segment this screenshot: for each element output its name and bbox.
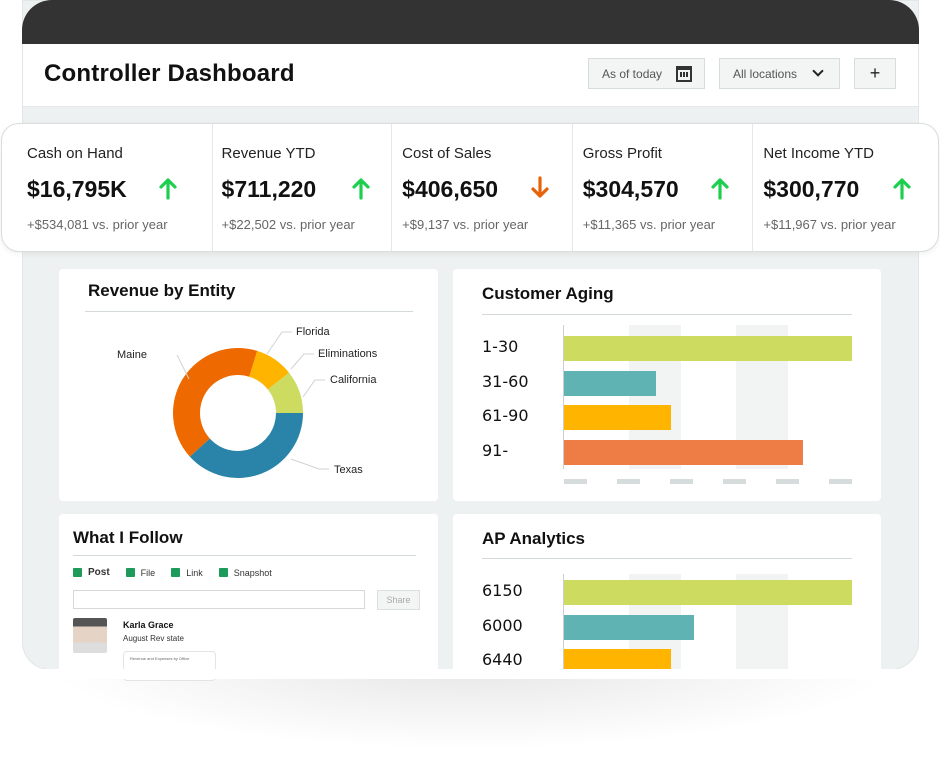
bar-category-label: 6000	[482, 615, 523, 635]
post-input[interactable]	[73, 590, 365, 609]
kpi-cost-of-sales[interactable]: Cost of Sales $406,650 +$9,137 vs. prior…	[392, 124, 573, 251]
divider	[482, 558, 852, 559]
divider	[482, 314, 852, 315]
kpi-label: Cost of Sales	[402, 145, 492, 162]
kpi-delta: +$11,967 vs. prior year	[763, 217, 896, 232]
location-filter-dropdown[interactable]: All locations	[719, 58, 840, 89]
kpi-delta: +$22,502 vs. prior year	[221, 217, 355, 232]
leader-line	[290, 458, 329, 470]
slice-label: Eliminations	[318, 348, 378, 360]
tab-link[interactable]: Link	[171, 567, 203, 578]
divider	[73, 555, 416, 556]
plus-icon: +	[869, 63, 881, 83]
customer-aging-card: Customer Aging 1-30 31-60 61-90 91-	[453, 269, 881, 501]
tab-file[interactable]: File	[125, 567, 156, 578]
kpi-value: $406,650	[402, 176, 499, 202]
axis-tick	[617, 479, 640, 484]
kpi-label: Revenue YTD	[221, 145, 316, 162]
axis-tick	[829, 479, 852, 484]
kpi-delta: +$11,365 vs. prior year	[582, 217, 716, 232]
tab-snapshot[interactable]: Snapshot	[218, 567, 272, 578]
axis-tick	[564, 479, 587, 484]
bar-category-label: 1-30	[482, 337, 519, 356]
slice-label: Maine	[117, 349, 147, 361]
link-icon	[171, 568, 181, 577]
date-filter-button[interactable]: As of today	[588, 58, 705, 89]
card-title: Customer Aging	[482, 284, 614, 303]
calendar-icon	[676, 66, 692, 82]
slice-label: California	[330, 374, 377, 386]
post-type-tabs: Post File Link Snapshot	[73, 567, 288, 578]
bar-category-label: 31-60	[482, 371, 529, 391]
post-icon	[73, 568, 82, 577]
post-author[interactable]: Karla Grace	[123, 620, 174, 630]
donut-slice-maine[interactable]	[172, 348, 258, 457]
card-title: AP Analytics	[482, 529, 585, 548]
leader-line	[290, 353, 314, 370]
axis-tick	[723, 479, 746, 484]
page-title: Controller Dashboard	[44, 60, 295, 87]
bar-6150[interactable]	[564, 580, 852, 605]
bar-1-30[interactable]	[564, 336, 852, 361]
post-text: August Rev state	[123, 634, 184, 643]
arrow-up-icon	[159, 178, 177, 200]
kpi-value: $16,795K	[27, 176, 127, 202]
slice-label: Texas	[334, 464, 363, 476]
arrow-up-icon	[893, 178, 911, 200]
device-bottom-edge	[23, 669, 918, 679]
bar-category-label: 91-	[482, 441, 509, 461]
kpi-label: Net Income YTD	[763, 145, 874, 162]
what-i-follow-card: What I Follow Post File Link Snapshot Sh…	[59, 514, 438, 681]
axis-tick	[670, 479, 693, 484]
attachment-title: Revenue and Expenses by Office	[130, 656, 190, 661]
tab-label: Post	[88, 567, 110, 578]
date-filter-label: As of today	[602, 66, 663, 81]
bar-31-60[interactable]	[564, 370, 657, 396]
leader-line	[266, 331, 292, 355]
kpi-revenue-ytd[interactable]: Revenue YTD $711,220 +$22,502 vs. prior …	[213, 124, 393, 251]
window-top-bar	[22, 0, 919, 44]
tab-label: Snapshot	[233, 567, 272, 578]
tab-label: File	[140, 567, 156, 578]
bar-61-90[interactable]	[564, 405, 671, 431]
chevron-down-icon	[812, 65, 824, 77]
location-filter-label: All locations	[733, 66, 798, 81]
kpi-net-income-ytd[interactable]: Net Income YTD $300,770 +$11,967 vs. pri…	[753, 124, 938, 251]
kpi-label: Gross Profit	[582, 145, 662, 162]
kpi-value: $711,220	[221, 176, 317, 202]
kpi-value: $300,770	[763, 176, 860, 202]
revenue-by-entity-card: Revenue by Entity Texas Maine Florida Elimi…	[59, 269, 438, 501]
camera-icon	[218, 568, 228, 577]
share-button[interactable]: Share	[377, 590, 420, 610]
arrow-up-icon	[351, 178, 370, 200]
bar-category-label: 6150	[482, 581, 523, 600]
bar-91-[interactable]	[564, 440, 804, 466]
ap-analytics-card: AP Analytics 6150 6000 6440	[453, 514, 881, 675]
kpi-cash-on-hand[interactable]: Cash on Hand $16,795K +$534,081 vs. prio…	[2, 124, 213, 251]
tab-post[interactable]: Post	[73, 567, 110, 578]
arrow-down-icon	[531, 176, 549, 198]
avatar	[73, 618, 107, 653]
donut-slice-texas[interactable]	[189, 413, 303, 478]
donut-chart: Texas Maine Florida Eliminations California	[117, 326, 378, 478]
leader-line	[176, 354, 190, 380]
bar-6000[interactable]	[564, 614, 694, 640]
kpi-delta: +$9,137 vs. prior year	[402, 217, 529, 232]
kpi-strip: Cash on Hand $16,795K +$534,081 vs. prio…	[1, 123, 939, 252]
axis-tick	[776, 479, 799, 484]
page-header: Controller Dashboard As of today All loc…	[23, 44, 918, 107]
tab-label: Link	[186, 567, 203, 578]
add-button[interactable]: +	[854, 58, 896, 89]
bar-category-label: 61-90	[482, 406, 529, 426]
file-icon	[125, 568, 135, 577]
kpi-value: $304,570	[582, 176, 679, 202]
slice-label: Florida	[296, 326, 331, 338]
leader-line	[302, 379, 325, 398]
bar-category-label: 6440	[482, 650, 523, 670]
kpi-label: Cash on Hand	[27, 145, 123, 162]
kpi-gross-profit[interactable]: Gross Profit $304,570 +$11,365 vs. prior…	[573, 124, 754, 251]
arrow-up-icon	[711, 178, 729, 200]
card-title: What I Follow	[73, 528, 183, 547]
kpi-delta: +$534,081 vs. prior year	[27, 217, 168, 232]
